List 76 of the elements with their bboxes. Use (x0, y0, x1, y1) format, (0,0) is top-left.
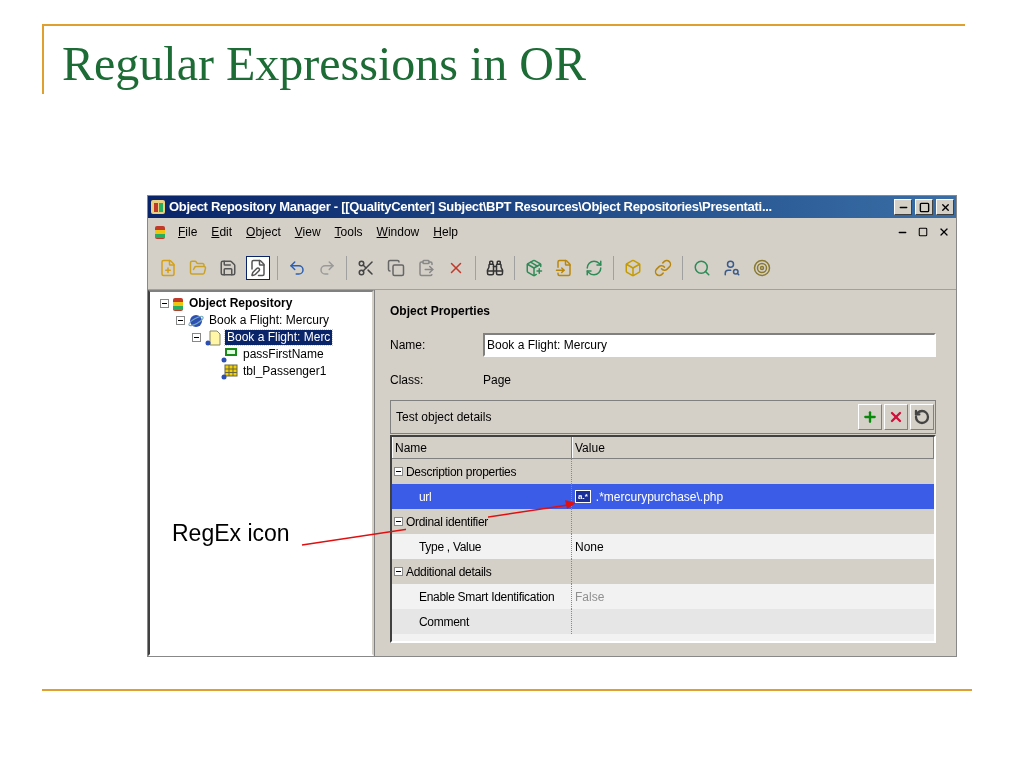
tree-item[interactable]: Object Repository (187, 296, 295, 311)
link-icon (654, 258, 672, 277)
binoculars-icon (486, 258, 504, 277)
plus-icon (862, 409, 878, 425)
tree-item[interactable]: Book a Flight: Mercury (207, 313, 332, 328)
table-row[interactable]: url a.* .*mercurypurchase\.php (392, 484, 934, 509)
slide-title: Regular Expressions in OR (62, 36, 587, 92)
target-icon (753, 258, 771, 277)
remove-button[interactable] (884, 404, 908, 430)
edit-icon (249, 258, 267, 277)
import-icon (555, 258, 573, 277)
tree-item[interactable]: tbl_Passenger1 (241, 364, 329, 379)
property-value: None (575, 538, 604, 556)
field-label: Name: (390, 337, 427, 354)
collapse-toggle[interactable] (394, 467, 403, 476)
menu-item[interactable]: Help (433, 223, 458, 241)
restore-icon[interactable] (918, 227, 928, 237)
menu-item[interactable]: Edit (211, 223, 233, 241)
minimize-button[interactable] (894, 199, 912, 215)
collapse-toggle[interactable] (176, 316, 185, 325)
cylinder-icon (154, 224, 166, 240)
window-title: Object Repository Manager - [[QualityCenter] Subject\BPT Resources\Object Repositories\Presentati... (169, 198, 773, 217)
globe-icon (188, 312, 204, 329)
collapse-toggle[interactable] (192, 333, 201, 342)
menu-item[interactable]: Object (246, 223, 281, 241)
refresh-icon (585, 258, 603, 277)
copy-icon (387, 258, 405, 277)
folder-icon (189, 258, 207, 277)
table-row[interactable]: Comment (392, 609, 934, 634)
toolbar-button[interactable] (246, 255, 270, 280)
menu-item[interactable]: Tools (334, 223, 363, 241)
redo-icon (318, 258, 336, 277)
scissors-icon (357, 258, 375, 277)
class-value: Page (483, 372, 512, 389)
save-icon (219, 258, 237, 277)
text-field-icon (220, 346, 238, 363)
table-row[interactable]: Additional details (392, 559, 934, 584)
tree-item[interactable]: Book a Flight: Merc (225, 330, 333, 345)
collapse-toggle[interactable] (394, 517, 403, 526)
reset-button[interactable] (910, 404, 934, 430)
delete-icon (888, 409, 904, 425)
tree-item[interactable]: passFirstName (241, 347, 326, 362)
app-icon (150, 199, 166, 215)
close-button[interactable] (936, 199, 954, 215)
maximize-button[interactable] (915, 199, 933, 215)
cylinder-icon (172, 295, 184, 312)
section-heading: Object Properties (390, 303, 492, 320)
close-icon[interactable] (938, 226, 950, 238)
add-button[interactable] (858, 404, 882, 430)
column-header[interactable]: Name (392, 437, 572, 458)
close-icon (939, 201, 951, 213)
table-icon (220, 363, 238, 380)
menu-item[interactable]: View (294, 223, 321, 241)
menu-item[interactable]: File (178, 223, 198, 241)
field-label: Class: (390, 372, 425, 389)
regex-icon: a.* (575, 490, 591, 503)
table-row[interactable]: Ordinal identifier (392, 509, 934, 534)
maximize-icon (918, 201, 930, 213)
property-value: .*mercurypurchase\.php (595, 488, 724, 506)
details-title: Test object details (396, 409, 493, 426)
person-icon (723, 258, 741, 277)
collapse-toggle[interactable] (394, 567, 403, 576)
paste-icon (417, 258, 435, 277)
menu-item[interactable]: Window (376, 223, 420, 241)
column-header[interactable]: Value (572, 437, 934, 458)
package-icon (525, 258, 543, 277)
reset-icon (914, 409, 930, 425)
page-icon (204, 329, 222, 346)
undo-icon (288, 258, 306, 277)
name-field[interactable]: Book a Flight: Mercury (483, 333, 936, 357)
table-row[interactable]: Description properties (392, 459, 934, 484)
new-file-icon (159, 258, 177, 277)
property-value: False (575, 588, 605, 606)
magnifier-icon (693, 258, 711, 277)
collapse-toggle[interactable] (160, 299, 169, 308)
cube-icon (624, 258, 642, 277)
